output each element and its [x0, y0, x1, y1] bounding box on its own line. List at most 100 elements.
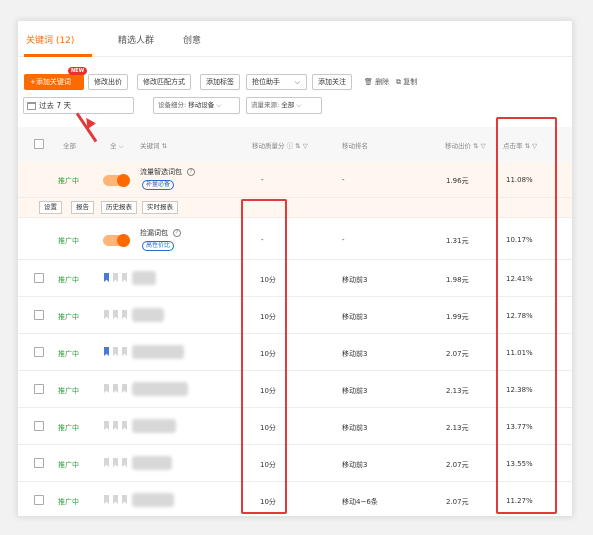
row-checkbox[interactable] [34, 384, 44, 394]
status-text: 推广中 [58, 461, 79, 469]
all-filter-dropdown[interactable]: 全 ⌵ [110, 140, 124, 151]
bid-value[interactable]: 1.31元 [446, 236, 469, 246]
bookmark-icon[interactable] [113, 421, 118, 430]
chevron-down-icon: ⌵ [296, 101, 302, 109]
package-name-text: 流量智选词包 [140, 168, 182, 176]
row-checkbox[interactable] [34, 495, 44, 505]
package-actions-row: 设置 报告 历史报表 实时报表 [18, 198, 572, 218]
keyword-header[interactable]: 关键词 ⇅ [140, 140, 167, 150]
bid-value[interactable]: 2.07元 [446, 349, 469, 359]
quality-score-header[interactable]: 移动质量分 ⓘ ⇅ ▽ [252, 140, 308, 150]
row-checkbox[interactable] [34, 347, 44, 357]
bid-value[interactable]: 1.98元 [446, 275, 469, 285]
select-all-checkbox[interactable] [34, 139, 44, 149]
package-name[interactable]: 捡漏词包? [140, 228, 181, 238]
help-icon[interactable]: ? [173, 229, 181, 237]
row-checkbox[interactable] [34, 310, 44, 320]
status-toggle[interactable] [103, 234, 130, 247]
row-checkbox[interactable] [34, 421, 44, 431]
bid-header[interactable]: 移动出价 ⇅ ▽ [445, 140, 486, 150]
sort-icon: ⇅ [473, 142, 479, 150]
redacted-keyword [132, 271, 156, 285]
status-text: 推广中 [58, 313, 79, 321]
bookmark-icon[interactable] [122, 347, 127, 356]
bookmark-icon[interactable] [122, 384, 127, 393]
bookmark-icon[interactable] [104, 458, 109, 467]
edit-bid-button[interactable]: 修改出价 [88, 74, 128, 90]
bookmark-icon[interactable] [122, 458, 127, 467]
source-label: 流量来源: [251, 101, 280, 109]
bookmark-icon[interactable] [104, 495, 109, 504]
report-button[interactable]: 报告 [71, 201, 94, 214]
source-value: 全部 [281, 101, 295, 109]
bid-value[interactable]: 1.96元 [446, 176, 469, 186]
status-filter[interactable]: 全部 [63, 140, 76, 150]
bookmark-icon[interactable] [122, 310, 127, 319]
redacted-keyword [132, 308, 164, 322]
help-icon[interactable]: ? [187, 168, 195, 176]
bid-value[interactable]: 2.07元 [446, 497, 469, 507]
bid-value[interactable]: 2.13元 [446, 423, 469, 433]
bookmark-icon[interactable] [122, 273, 127, 282]
add-keyword-label: +添加关键词 [30, 78, 71, 86]
date-range-picker[interactable]: 过去 7 天 [23, 97, 134, 114]
bookmark-icon[interactable] [113, 495, 118, 504]
rank-helper-dropdown[interactable]: 抢位助手 ⌵ [246, 74, 307, 90]
package-name[interactable]: 流量智选词包? [140, 167, 195, 177]
status-text: 推广中 [58, 237, 79, 245]
bid-value[interactable]: 2.07元 [446, 460, 469, 470]
rank-header: 移动排名 [342, 142, 368, 150]
row-checkbox[interactable] [34, 273, 44, 283]
tab-keywords[interactable]: 关键词 (12) [26, 33, 74, 46]
bookmark-icon[interactable] [104, 384, 109, 393]
add-keyword-button[interactable]: +添加关键词 NEW [24, 67, 88, 90]
package-row: 推广中 流量智选词包? 补量必备 - - 1.96元 11.08% [18, 162, 572, 198]
ctr-highlight [496, 117, 557, 514]
redacted-keyword [132, 493, 174, 507]
bookmark-icon[interactable] [104, 347, 109, 356]
bookmark-icon[interactable] [104, 273, 109, 282]
help-circle-icon: ⓘ [286, 142, 294, 150]
bookmark-icon[interactable] [113, 384, 118, 393]
bookmark-icon[interactable] [104, 310, 109, 319]
edit-match-button[interactable]: 修改匹配方式 [137, 74, 191, 90]
quality-score-header-label: 移动质量分 [252, 142, 285, 150]
history-report-button[interactable]: 历史报表 [101, 201, 137, 214]
copy-button[interactable]: ⧉ 复制 [396, 77, 417, 87]
device-select[interactable]: 设备细分: 移动设备 ⌵ [153, 97, 240, 114]
tab-audience[interactable]: 精选人群 [118, 33, 154, 46]
traffic-source-select[interactable]: 流量来源: 全部 ⌵ [246, 97, 322, 114]
settings-button[interactable]: 设置 [39, 201, 62, 214]
redacted-keyword [132, 419, 176, 433]
bookmark-icon[interactable] [122, 421, 127, 430]
realtime-report-button[interactable]: 实时报表 [142, 201, 178, 214]
trash-icon: 🗑 [364, 78, 373, 86]
tab-creative[interactable]: 创意 [183, 33, 201, 46]
delete-button[interactable]: 🗑 删除 [364, 77, 389, 87]
bid-header-label: 移动出价 [445, 142, 471, 150]
redacted-keyword [132, 382, 188, 396]
copy-icon: ⧉ [396, 78, 401, 86]
redacted-keyword [132, 345, 184, 359]
add-follow-button[interactable]: 添加关注 [312, 74, 352, 90]
row-checkbox[interactable] [34, 458, 44, 468]
bookmark-icon[interactable] [113, 273, 118, 282]
all-filter-label: 全 [110, 142, 117, 150]
add-tag-button[interactable]: 添加标签 [200, 74, 240, 90]
rank-value: - [342, 176, 345, 184]
device-label: 设备细分: [158, 101, 187, 109]
status-toggle[interactable] [103, 174, 130, 187]
bid-value[interactable]: 2.13元 [446, 386, 469, 396]
bookmark-icon[interactable] [113, 458, 118, 467]
bookmark-icon[interactable] [113, 310, 118, 319]
calendar-icon [27, 102, 36, 110]
rank-value: 移动前3 [342, 276, 368, 284]
status-text: 推广中 [58, 387, 79, 395]
table-row: 推广中 10分 移动前3 1.99元 12.78% [18, 297, 572, 334]
bookmark-icon[interactable] [104, 421, 109, 430]
keyword-header-label: 关键词 [140, 142, 160, 150]
bookmark-icon[interactable] [122, 495, 127, 504]
bid-value[interactable]: 1.99元 [446, 312, 469, 322]
table-row: 推广中 10分 移动前3 2.13元 12.38% [18, 371, 572, 408]
bookmark-icon[interactable] [113, 347, 118, 356]
